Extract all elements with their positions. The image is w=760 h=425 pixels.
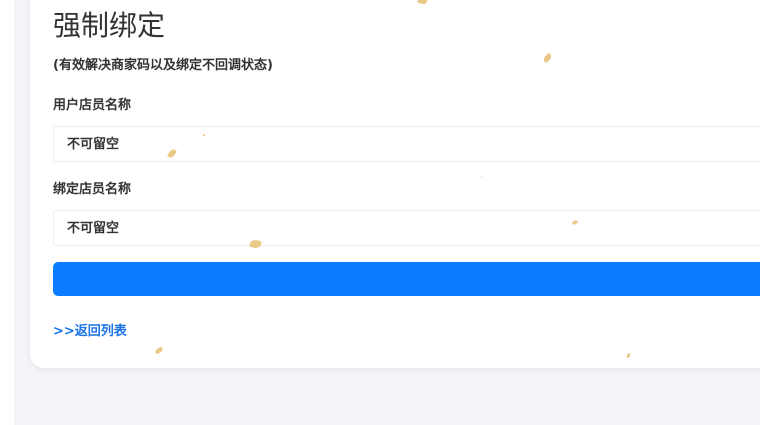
falling-leaf-icon (381, 373, 382, 374)
bind-store-label: 绑定店员名称 (53, 182, 132, 197)
user-store-name-input[interactable] (53, 126, 760, 162)
submit-button[interactable] (53, 262, 760, 296)
page-title: 强制绑定 (53, 9, 166, 42)
page-subtitle: (有效解决商家码以及绑定不回调状态) (53, 58, 273, 73)
falling-leaf-icon (203, 134, 205, 136)
back-to-list-link[interactable]: >>返回列表 (53, 322, 127, 342)
falling-leaf-icon (481, 176, 482, 177)
bind-store-name-input[interactable] (53, 210, 760, 246)
user-store-label: 用户店员名称 (53, 98, 132, 113)
